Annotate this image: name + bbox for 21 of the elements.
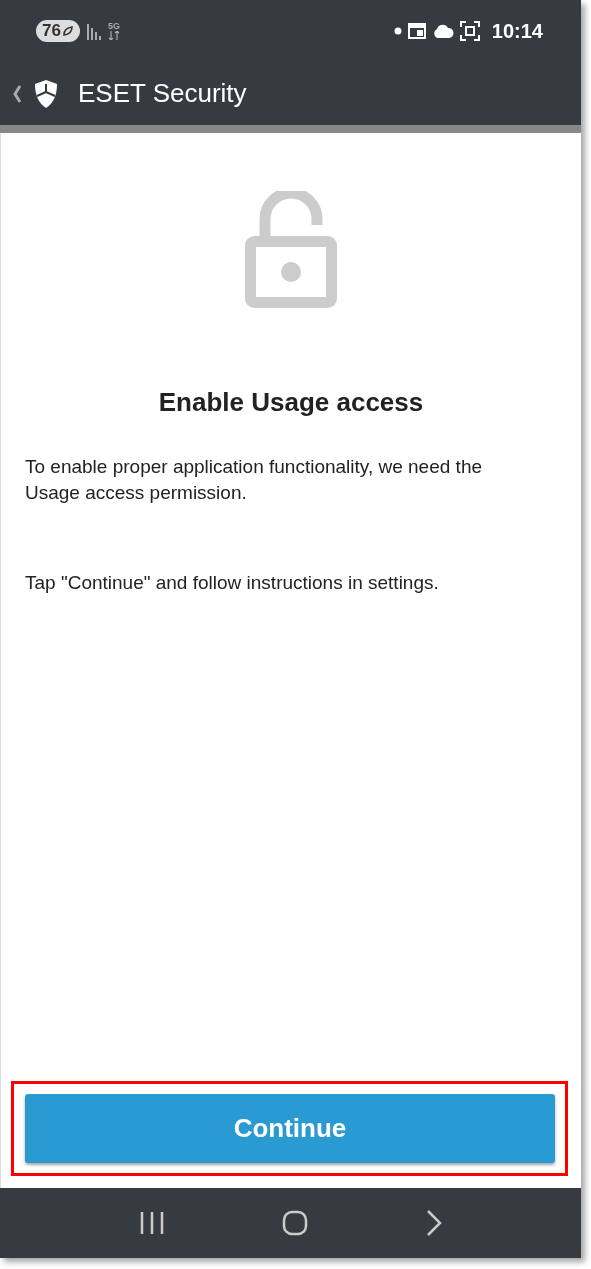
continue-button[interactable]: Continue: [25, 1094, 555, 1163]
leaf-icon: [61, 25, 74, 37]
instruction-text: Tap "Continue" and follow instructions in settings.: [25, 571, 440, 595]
instruction-text: To enable proper application functionality, we need the Usage access permission.: [25, 455, 483, 505]
unlocked-padlock-icon: [245, 191, 337, 309]
cloud-icon: [431, 24, 454, 38]
app-title: ESET Security: [78, 78, 247, 109]
home-icon[interactable]: [282, 1210, 309, 1236]
data-arrows-icon: [107, 31, 120, 40]
back-icon[interactable]: [12, 84, 22, 103]
notification-dot-icon: [393, 27, 402, 35]
clock-time: 10:14: [491, 19, 543, 43]
signal-icon: [85, 22, 102, 40]
dialog-title: Enable Usage access: [158, 387, 424, 418]
screenshot-icon: [459, 21, 480, 41]
recent-apps-icon[interactable]: [138, 1211, 165, 1235]
shield-icon: [34, 78, 58, 109]
back-icon[interactable]: [426, 1209, 443, 1237]
battery-level: 76: [36, 20, 80, 42]
calendar-icon: [407, 23, 426, 39]
network-type: 5G: [107, 22, 120, 31]
